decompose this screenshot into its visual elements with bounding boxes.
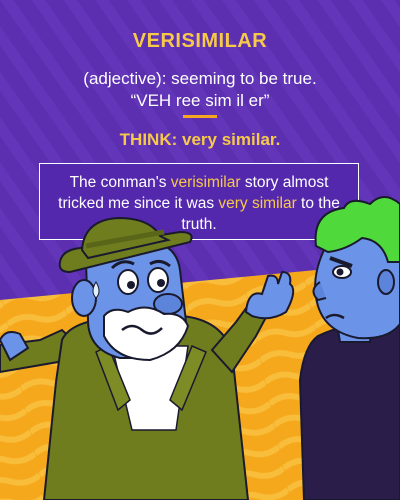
angry-man-figure [298,196,400,500]
vocabulary-card: VERISIMILAR (adjective): seeming to be t… [0,0,400,500]
illustration [0,196,400,500]
nervous-man-figure [0,216,295,500]
